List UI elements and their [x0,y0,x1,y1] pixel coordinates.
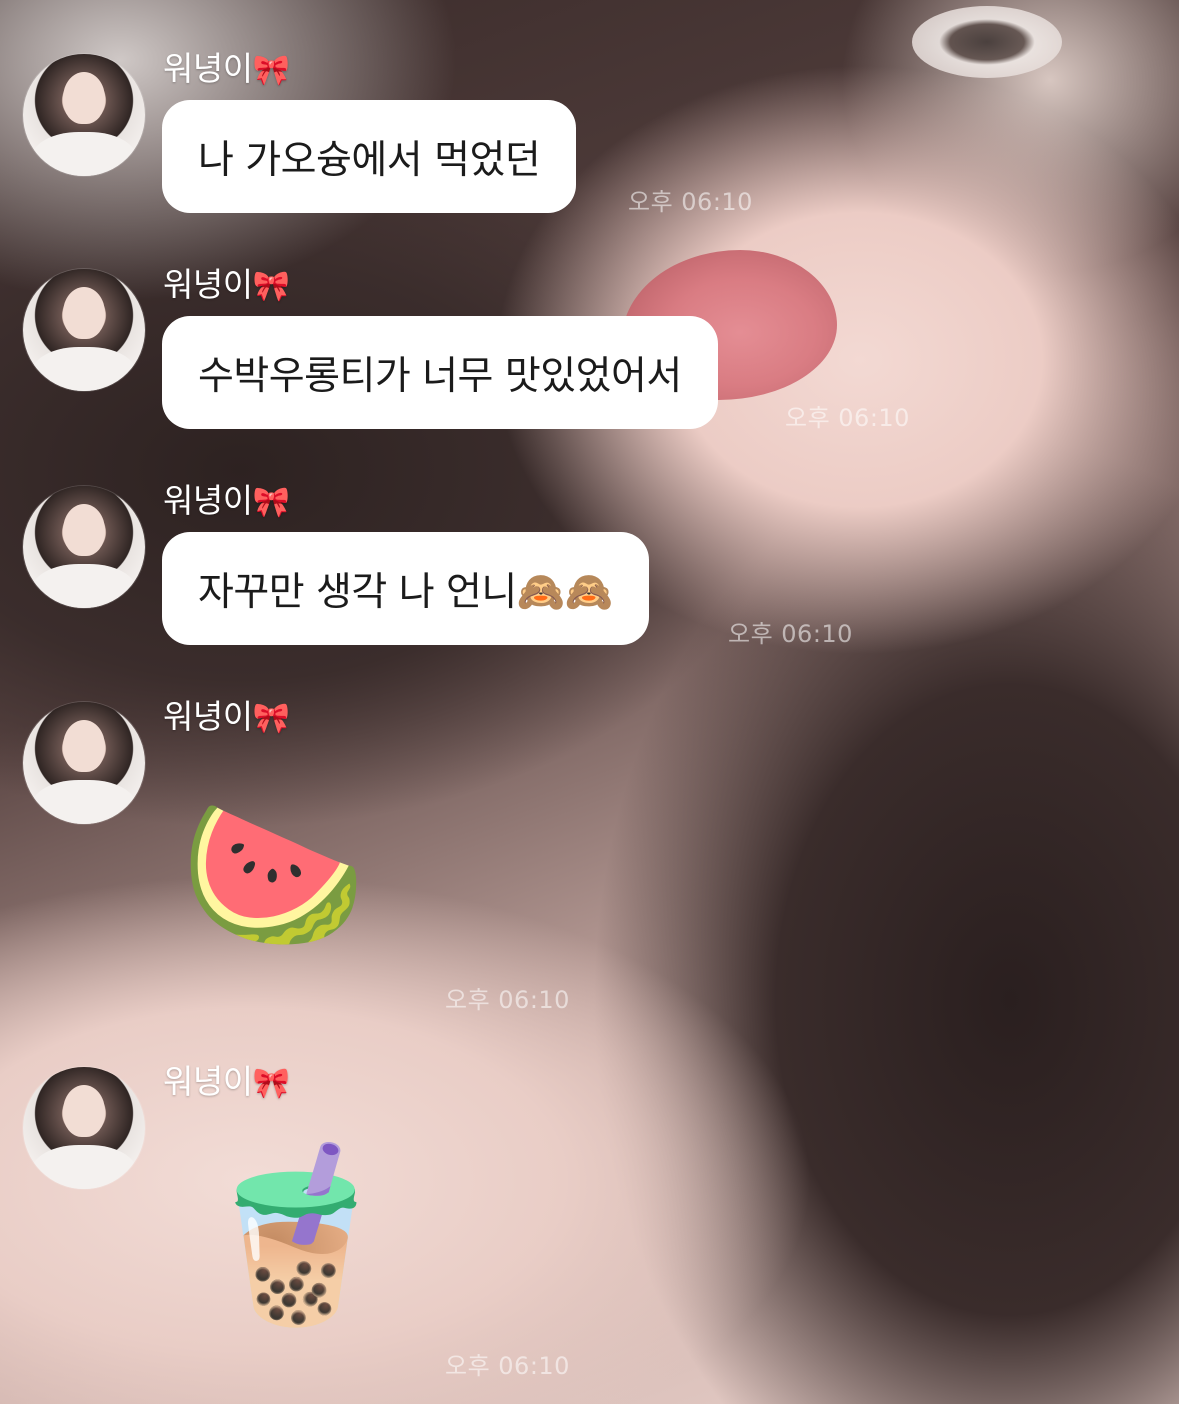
bow-icon: 🎀 [252,485,290,520]
sender-name: 워녕이🎀 [163,1062,290,1101]
message-timestamp: 오후 06:10 [728,620,853,648]
bow-icon: 🎀 [252,701,290,736]
bubble-tea-emoji-message[interactable]: 🧋 [190,1150,402,1320]
message-bubble[interactable]: 수박우롱티가 너무 맛있었어서 [162,316,718,429]
message-timestamp: 오후 06:10 [785,404,910,432]
bow-icon: 🎀 [252,53,290,88]
sender-name: 워녕이🎀 [163,697,290,736]
message-bubble[interactable]: 자꾸만 생각 나 언니🙈🙈 [162,532,649,645]
sender-avatar[interactable] [23,269,145,391]
message-text: 나 가오슝에서 먹었던 [198,137,541,183]
message-bubble[interactable]: 나 가오슝에서 먹었던 [162,100,577,213]
sender-name: 워녕이🎀 [163,49,290,88]
sender-avatar[interactable] [23,486,145,608]
bow-icon: 🎀 [252,269,290,304]
message-timestamp: 오후 06:10 [445,986,570,1014]
sender-avatar[interactable] [23,54,145,176]
watermelon-emoji-message[interactable]: 🍉 [180,800,367,950]
message-text: 수박우롱티가 너무 맛있었어서 [198,353,682,399]
message-text: 자꾸만 생각 나 언니🙈🙈 [198,569,613,615]
sender-name: 워녕이🎀 [163,265,290,304]
chat-message-list: 워녕이🎀 나 가오슝에서 먹었던 오후 06:10 워녕이🎀 수박우롱티가 너무… [0,0,1179,1404]
message-timestamp: 오후 06:10 [445,1352,570,1380]
bow-icon: 🎀 [252,1066,290,1101]
sender-avatar[interactable] [23,1067,145,1189]
message-timestamp: 오후 06:10 [628,188,753,216]
sender-avatar[interactable] [23,702,145,824]
sender-name: 워녕이🎀 [163,481,290,520]
